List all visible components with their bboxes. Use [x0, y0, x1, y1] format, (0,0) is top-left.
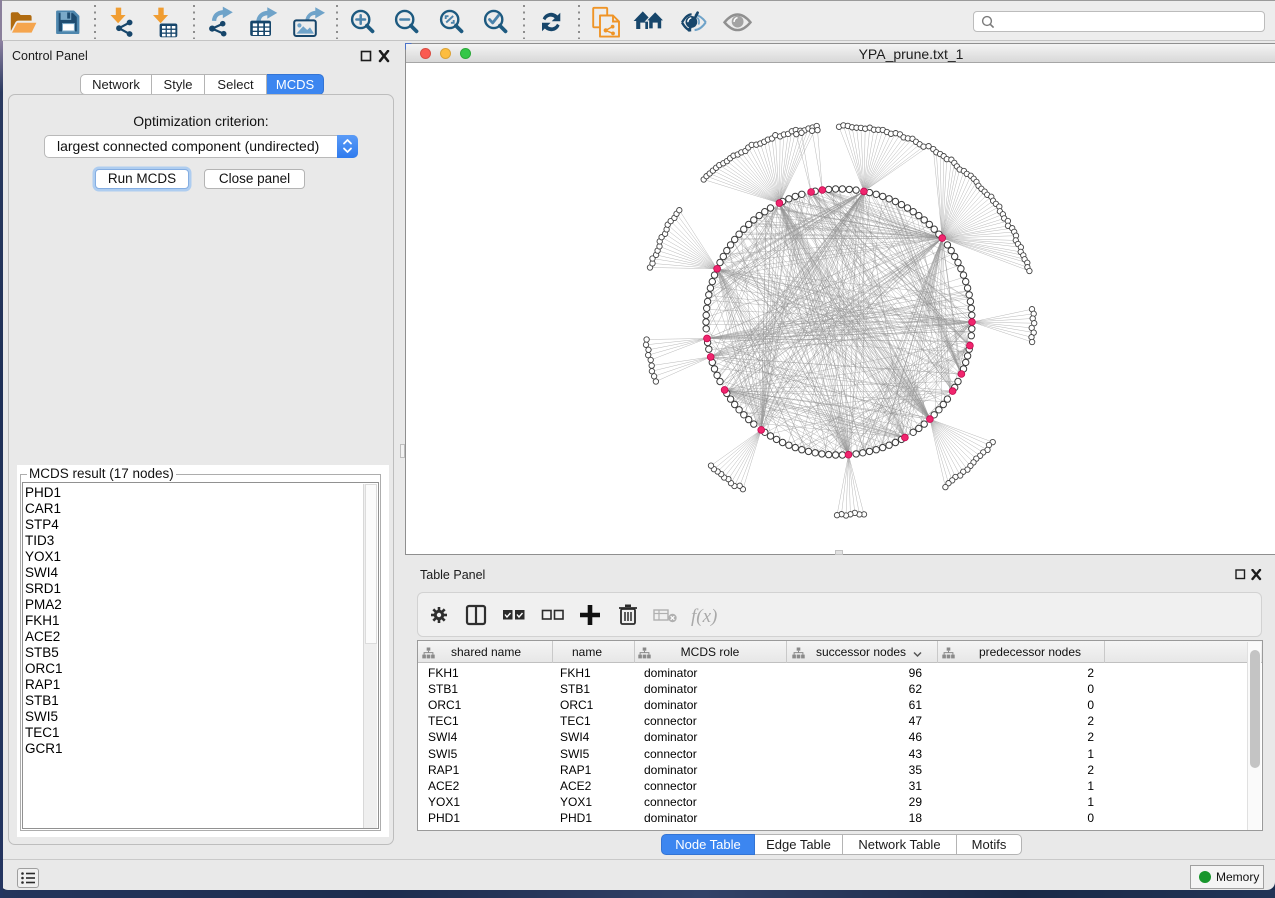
svg-text:f(x): f(x)	[691, 606, 717, 627]
